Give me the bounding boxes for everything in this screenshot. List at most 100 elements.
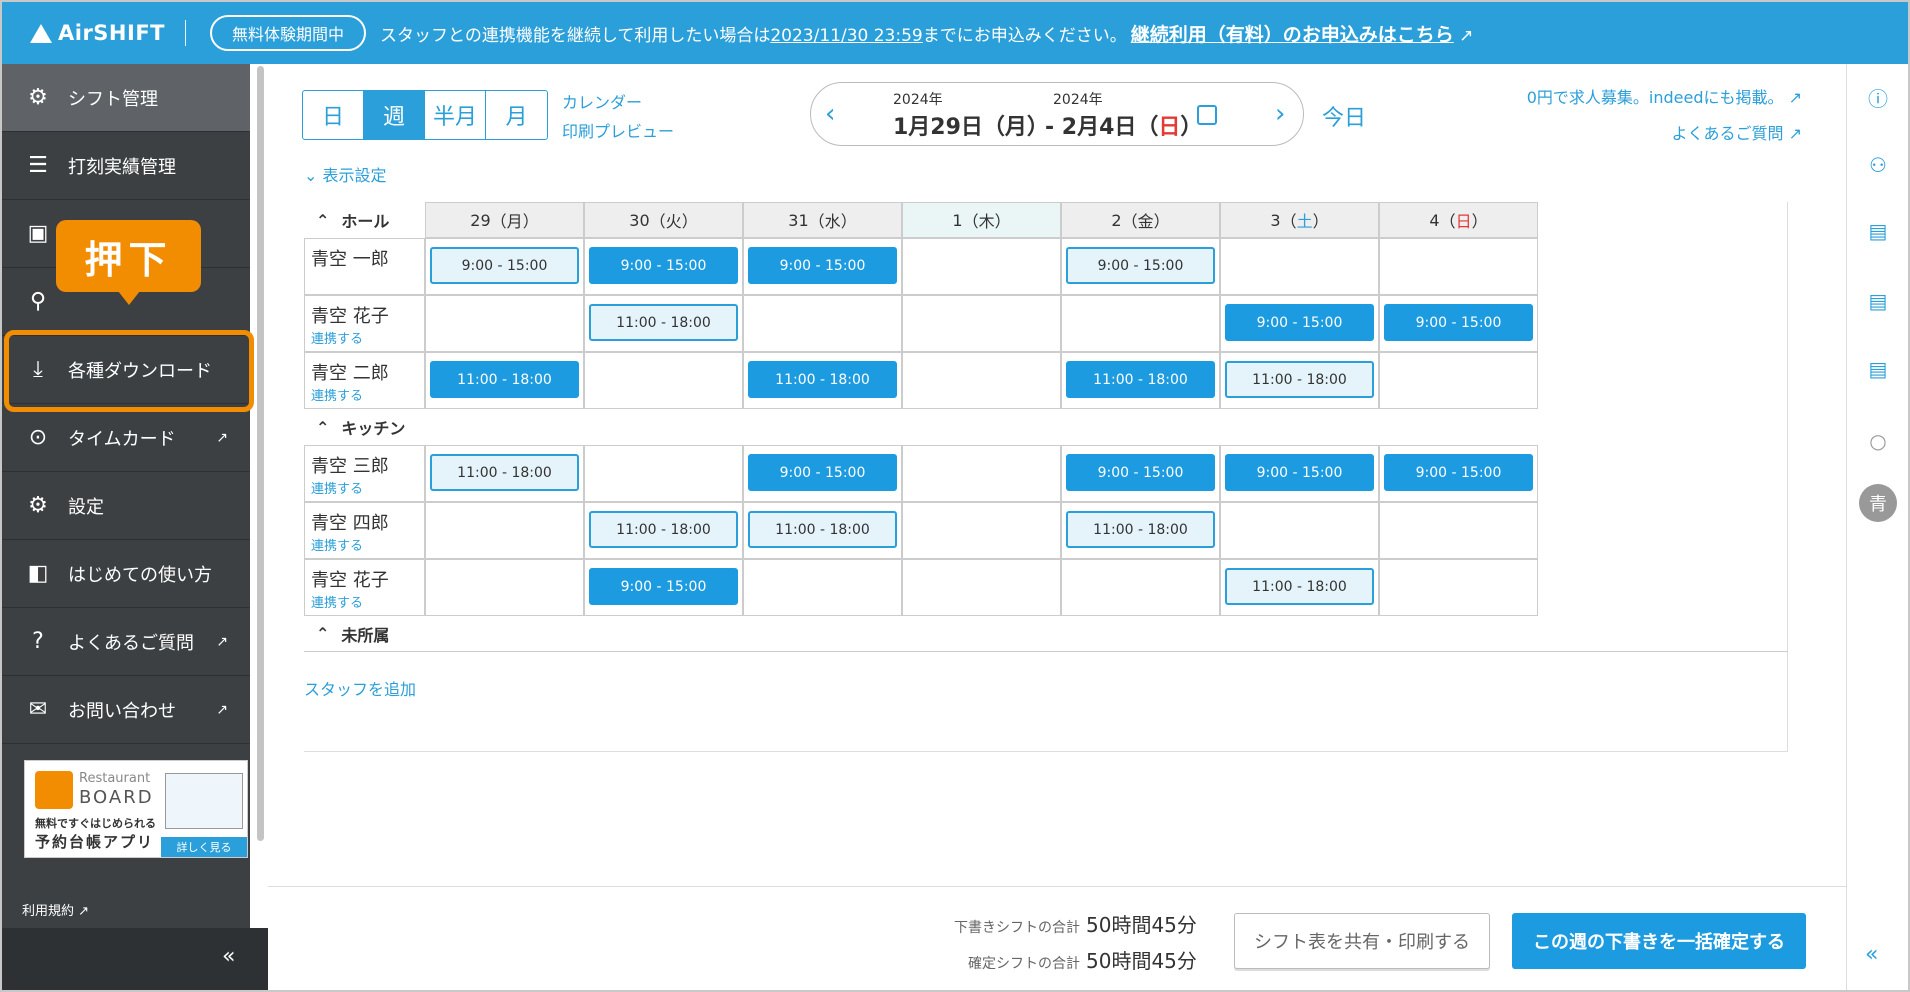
view-button-2[interactable]: 週	[364, 91, 425, 139]
sidebar-item-2[interactable]: ☰ 打刻実績管理	[2, 132, 250, 200]
info-icon[interactable]: ⓘ	[1863, 82, 1893, 112]
confirmed-shift[interactable]: 9:00 - 15:00	[589, 568, 738, 605]
shift-cell[interactable]	[902, 238, 1061, 295]
confirmed-shift[interactable]: 11:00 - 18:00	[430, 361, 579, 398]
link-staff-link[interactable]: 連携する	[311, 535, 424, 554]
staff-name-cell[interactable]: 青空 四郎 連携する	[304, 502, 425, 559]
link-staff-link[interactable]: 連携する	[311, 478, 424, 497]
shift-cell[interactable]	[1379, 352, 1538, 409]
draft-shift[interactable]: 11:00 - 18:00	[589, 304, 738, 341]
avatar[interactable]: 青	[1859, 484, 1897, 522]
shift-cell[interactable]	[1379, 502, 1538, 559]
shift-cell[interactable]	[584, 445, 743, 502]
sidebar-item-8[interactable]: ◧ はじめての使い方	[2, 540, 250, 608]
document-check-icon[interactable]: ▤	[1863, 216, 1893, 246]
staff-name[interactable]: 青空 一郎	[311, 245, 424, 271]
sidebar-item-1[interactable]: ⚙ シフト管理	[2, 64, 250, 132]
staff-name[interactable]: 青空 花子	[311, 566, 424, 592]
staff-name-cell[interactable]: 青空 三郎 連携する	[304, 445, 425, 502]
shift-cell[interactable]	[425, 295, 584, 352]
display-settings-toggle[interactable]: ⌄ 表示設定	[304, 162, 387, 186]
sidebar-item-6[interactable]: ⊙ タイムカード ↗	[2, 404, 250, 472]
next-week-icon[interactable]: ›	[1275, 99, 1285, 129]
link-staff-link[interactable]: 連携する	[311, 328, 424, 347]
calendar-icon[interactable]	[1197, 105, 1217, 125]
share-print-button[interactable]: シフト表を共有・印刷する	[1234, 913, 1490, 969]
scrollbar-thumb[interactable]	[257, 66, 264, 841]
bulk-confirm-button[interactable]: この週の下書きを一括確定する	[1512, 913, 1806, 969]
shift-cell[interactable]	[1220, 238, 1379, 295]
chevron-up-icon[interactable]: ⌃	[316, 418, 329, 437]
document-approve-icon[interactable]: ▤	[1863, 354, 1893, 384]
shift-cell[interactable]	[584, 352, 743, 409]
shift-cell[interactable]	[743, 295, 902, 352]
draft-shift[interactable]: 11:00 - 18:00	[1225, 568, 1374, 605]
day-header[interactable]: 31 （水）	[743, 202, 902, 238]
staff-name-cell[interactable]: 青空 花子 連携する	[304, 295, 425, 352]
add-staff-link[interactable]: スタッフを追加	[304, 676, 416, 700]
confirmed-shift[interactable]: 11:00 - 18:00	[748, 361, 897, 398]
group-header[interactable]: ⌃ キッチン	[304, 409, 1788, 445]
date-range-picker[interactable]: ‹ 2024年 1月29日（月） 2024年 - 2月4日（日） ›	[810, 82, 1304, 146]
restaurant-board-banner[interactable]: Restaurant BOARD 無料ですぐはじめられる 予約台帳アプリ 詳しく…	[24, 760, 248, 858]
confirmed-shift[interactable]: 9:00 - 15:00	[1066, 454, 1215, 491]
group-header[interactable]: ⌃ 未所属	[304, 616, 1788, 652]
draft-shift[interactable]: 9:00 - 15:00	[430, 247, 579, 284]
faq-link[interactable]: よくあるご質問 ↗	[1671, 120, 1802, 144]
continue-link[interactable]: 継続利用（有料）のお申込みはこちら	[1131, 24, 1454, 46]
confirmed-shift[interactable]: 9:00 - 15:00	[1384, 454, 1533, 491]
shift-cell[interactable]	[1061, 295, 1220, 352]
chevron-up-icon[interactable]: ⌃	[316, 211, 329, 230]
shift-cell[interactable]	[425, 502, 584, 559]
staff-name[interactable]: 青空 二郎	[311, 359, 424, 385]
today-button[interactable]: 今日	[1322, 100, 1366, 132]
sidebar-item-7[interactable]: ⚙ 設定	[2, 472, 250, 540]
draft-shift[interactable]: 11:00 - 18:00	[748, 511, 897, 548]
confirmed-shift[interactable]: 9:00 - 15:00	[748, 454, 897, 491]
confirmed-shift[interactable]: 9:00 - 15:00	[1384, 304, 1533, 341]
chevron-up-icon[interactable]: ⌃	[316, 624, 329, 643]
day-header[interactable]: 2 （金）	[1061, 202, 1220, 238]
draft-shift[interactable]: 11:00 - 18:00	[589, 511, 738, 548]
draft-shift[interactable]: 11:00 - 18:00	[1066, 511, 1215, 548]
day-header[interactable]: 4 （日）	[1379, 202, 1538, 238]
day-header[interactable]: 3 （土）	[1220, 202, 1379, 238]
link-staff-link[interactable]: 連携する	[311, 592, 424, 611]
draft-shift[interactable]: 11:00 - 18:00	[430, 454, 579, 491]
document-clock-icon[interactable]: ▤	[1863, 286, 1893, 316]
sidebar-item-9[interactable]: ? よくあるご質問 ↗	[2, 608, 250, 676]
staff-name[interactable]: 青空 花子	[311, 302, 424, 328]
shift-cell[interactable]	[1220, 502, 1379, 559]
staff-name-cell[interactable]: 青空 二郎 連携する	[304, 352, 425, 409]
confirmed-shift[interactable]: 9:00 - 15:00	[1225, 304, 1374, 341]
confirmed-shift[interactable]: 9:00 - 15:00	[1225, 454, 1374, 491]
shift-cell[interactable]	[425, 559, 584, 616]
draft-shift[interactable]: 11:00 - 18:00	[1225, 361, 1374, 398]
shift-cell[interactable]	[743, 559, 902, 616]
terms-link[interactable]: 利用規約 ↗	[22, 900, 89, 919]
shift-cell[interactable]	[1379, 238, 1538, 295]
chat-icon[interactable]: ○	[1863, 426, 1893, 456]
add-user-icon[interactable]: ⚇	[1863, 150, 1893, 180]
staff-name-cell[interactable]: 青空 一郎	[304, 238, 425, 295]
shift-cell[interactable]	[902, 502, 1061, 559]
view-button-3[interactable]: 半月	[425, 91, 486, 139]
sidebar-scrollbar[interactable]	[254, 64, 266, 928]
view-button-1[interactable]: 日	[303, 91, 364, 139]
day-header[interactable]: 1 （木）	[902, 202, 1061, 238]
collapse-sidebar-icon[interactable]: «	[222, 944, 235, 969]
staff-name[interactable]: 青空 四郎	[311, 509, 424, 535]
prev-week-icon[interactable]: ‹	[825, 99, 835, 129]
day-header[interactable]: 30 （火）	[584, 202, 743, 238]
shift-cell[interactable]	[1061, 559, 1220, 616]
confirmed-shift[interactable]: 11:00 - 18:00	[1066, 361, 1215, 398]
draft-shift[interactable]: 9:00 - 15:00	[1066, 247, 1215, 284]
shift-cell[interactable]	[1379, 559, 1538, 616]
sidebar-item-10[interactable]: ✉ お問い合わせ ↗	[2, 676, 250, 744]
calendar-link[interactable]: カレンダー	[562, 89, 642, 113]
shift-cell[interactable]	[902, 352, 1061, 409]
shift-cell[interactable]	[902, 445, 1061, 502]
link-staff-link[interactable]: 連携する	[311, 385, 424, 404]
airshift-logo[interactable]: AirSHIFT	[30, 21, 165, 45]
collapse-panel-icon[interactable]: «	[1865, 942, 1878, 967]
